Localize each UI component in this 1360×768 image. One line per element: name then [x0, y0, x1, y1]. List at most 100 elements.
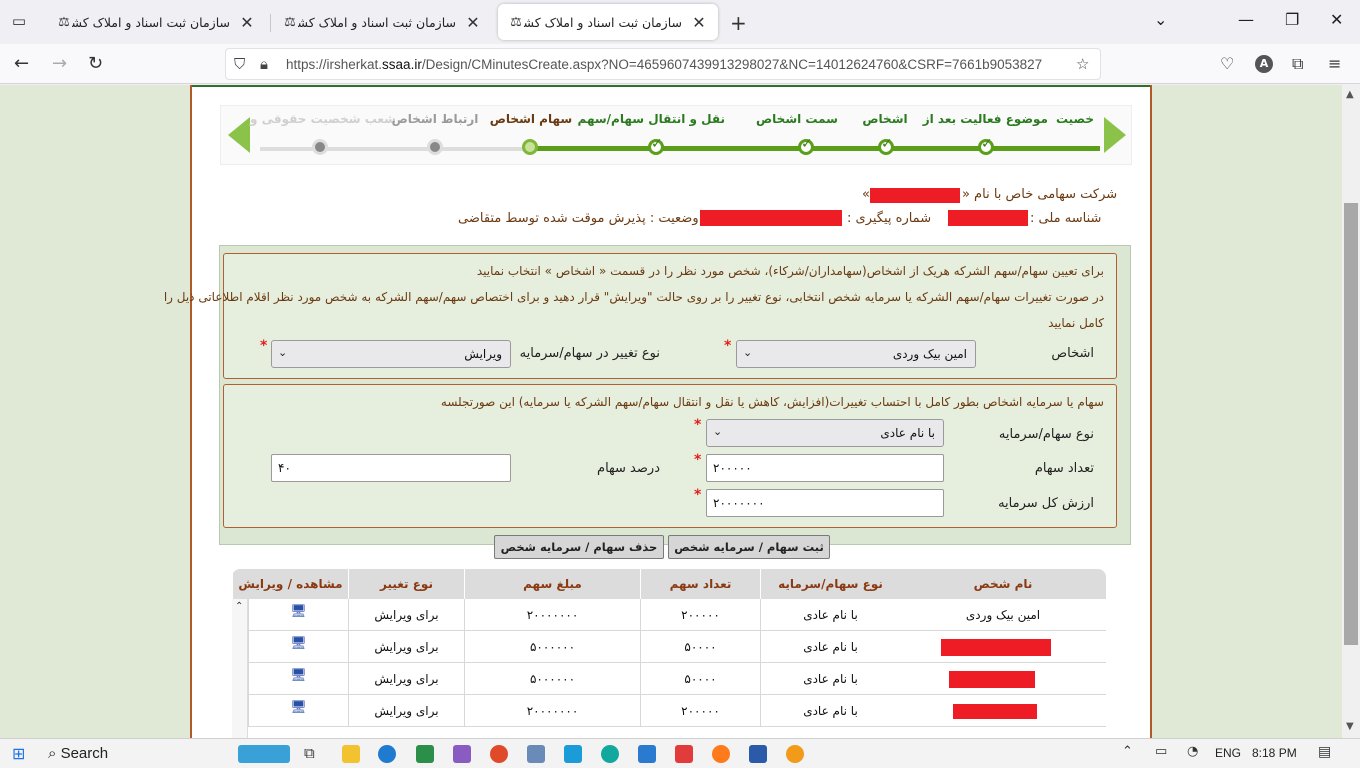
- page-scrollbar[interactable]: ▲ ▼: [1342, 85, 1360, 738]
- clock[interactable]: 8:18 PM: [1252, 746, 1297, 760]
- wizard-step[interactable]: موضوع فعالیت بعد از الحاق: [920, 111, 1048, 139]
- lock-icon[interactable]: 🔒︎: [260, 55, 268, 73]
- app-icon[interactable]: [564, 745, 582, 763]
- computer-edit-icon[interactable]: 🖥︎: [248, 599, 348, 631]
- table-header: نام شخص نوع سهام/سرمایه تعداد سهم مبلغ س…: [232, 569, 1106, 599]
- close-window-icon[interactable]: ✕: [1330, 10, 1343, 29]
- word-icon[interactable]: [749, 745, 767, 763]
- shield-icon[interactable]: ⛉: [234, 55, 245, 73]
- table-scrollbar[interactable]: ⌃: [232, 599, 248, 738]
- share-percent-label: درصد سهام: [597, 461, 660, 476]
- delete-share-button[interactable]: حذف سهام / سرمایه شخص: [494, 535, 664, 559]
- app-icon[interactable]: [416, 745, 434, 763]
- required-asterisk: *: [694, 417, 702, 433]
- app-icon[interactable]: [527, 745, 545, 763]
- scrollbar-thumb[interactable]: [1344, 203, 1358, 645]
- chevron-up-icon[interactable]: ⌃: [1122, 744, 1133, 759]
- app-icon[interactable]: [453, 745, 471, 763]
- computer-edit-icon[interactable]: 🖥︎: [248, 663, 348, 695]
- browser-tab[interactable]: ✕ سازمان ثبت اسناد و املاک کشور ⚖: [46, 4, 266, 40]
- table-row[interactable]: با نام عادی ۲۰۰۰۰۰ ۲۰۰۰۰۰۰۰ برای ویرایش …: [248, 695, 1106, 727]
- wizard-step-label: موضوع فعالیت بعد از الحاق: [920, 112, 1048, 126]
- wizard-next-arrow-icon[interactable]: [1104, 117, 1126, 153]
- tab-separator: [270, 14, 271, 32]
- star-icon[interactable]: ☆: [1076, 55, 1089, 73]
- account-avatar[interactable]: A: [1255, 55, 1273, 73]
- check-icon: [978, 136, 994, 155]
- wizard-step[interactable]: اشخاص: [840, 111, 930, 139]
- wizard-step[interactable]: نقل و انتقال سهام/سهم الشرکه: [575, 111, 725, 139]
- wizard-progress-done: [532, 146, 1100, 151]
- wizard-step[interactable]: خصیت: [1052, 111, 1098, 139]
- share-type-select[interactable]: با نام عادی ⌄: [706, 419, 944, 447]
- wifi-icon[interactable]: ◔: [1187, 744, 1198, 759]
- url-bar[interactable]: ⛉ 🔒︎ https://irsherkat.ssaa.ir/Design/CM…: [225, 48, 1101, 80]
- news-widget-icon[interactable]: [238, 745, 290, 763]
- back-arrow-icon[interactable]: ←: [14, 53, 29, 74]
- firefox-icon[interactable]: [712, 745, 730, 763]
- share-percent-input[interactable]: ۴۰: [271, 454, 511, 482]
- plus-icon[interactable]: +: [730, 11, 747, 35]
- person-name-cell: امین بیک وردی: [965, 608, 1041, 622]
- app-icon[interactable]: [638, 745, 656, 763]
- computer-edit-icon[interactable]: 🖥︎: [248, 695, 348, 727]
- edge-icon[interactable]: [601, 745, 619, 763]
- person-select-value: امین بیک وردی: [892, 347, 967, 361]
- total-capital-input[interactable]: ۲۰۰۰۰۰۰۰: [706, 489, 944, 517]
- url-domain: ssaa.ir: [382, 57, 422, 72]
- required-asterisk: *: [260, 338, 268, 354]
- table-row[interactable]: با نام عادی ۵۰۰۰۰ ۵۰۰۰۰۰۰ برای ویرایش 🖥︎: [248, 663, 1106, 695]
- column-header: مشاهده / ویرایش: [232, 569, 348, 599]
- computer-edit-icon[interactable]: 🖥︎: [248, 631, 348, 663]
- wizard-step-label: نقل و انتقال سهام/سهم الشرکه: [575, 112, 725, 126]
- taskbar-search[interactable]: ⌕ Search: [48, 745, 108, 762]
- restore-icon[interactable]: ❐: [1285, 10, 1299, 29]
- notification-icon[interactable]: ▤: [1318, 744, 1331, 760]
- scroll-up-icon[interactable]: ▲: [1346, 89, 1354, 100]
- battery-icon[interactable]: ▭: [1155, 744, 1167, 759]
- browser-tab-active[interactable]: ✕ سازمان ثبت اسناد و املاک کشور ⚖: [498, 4, 718, 40]
- share-count-input[interactable]: ۲۰۰۰۰۰: [706, 454, 944, 482]
- table-row[interactable]: امین بیک وردی با نام عادی ۲۰۰۰۰۰ ۲۰۰۰۰۰۰…: [248, 599, 1106, 631]
- hamburger-icon[interactable]: ≡: [1328, 54, 1341, 73]
- pocket-icon[interactable]: ♡: [1220, 54, 1234, 73]
- tab-list-icon[interactable]: ▭: [8, 12, 30, 32]
- check-icon: [648, 136, 664, 155]
- wizard-prev-arrow-icon[interactable]: [228, 117, 250, 153]
- total-capital-label: ارزش کل سرمایه: [998, 496, 1094, 511]
- url-text[interactable]: https://irsherkat.ssaa.ir/Design/CMinute…: [286, 57, 1076, 72]
- chrome-icon[interactable]: [490, 745, 508, 763]
- share-count-cell: ۵۰۰۰۰: [640, 631, 760, 663]
- close-icon[interactable]: ✕: [238, 13, 256, 32]
- share-count-cell: ۵۰۰۰۰: [640, 663, 760, 695]
- register-share-button[interactable]: ثبت سهام / سرمایه شخص: [668, 535, 830, 559]
- person-select[interactable]: امین بیک وردی ⌄: [736, 340, 976, 368]
- forward-arrow-icon[interactable]: →: [52, 53, 67, 74]
- chevron-down-icon[interactable]: ⌄: [1154, 10, 1167, 29]
- scroll-down-icon[interactable]: ▼: [1346, 721, 1354, 732]
- column-header: تعداد سهم: [640, 569, 760, 599]
- change-type-select[interactable]: ویرایش ⌄: [271, 340, 511, 368]
- minimize-icon[interactable]: —: [1238, 10, 1254, 29]
- column-header: نوع سهام/سرمایه: [760, 569, 900, 599]
- reload-icon[interactable]: ↻: [88, 53, 103, 74]
- wizard-step-label: خصیت: [1055, 112, 1095, 126]
- language-indicator[interactable]: ENG: [1215, 746, 1241, 760]
- close-icon[interactable]: ✕: [464, 13, 482, 32]
- url-prefix: https://irsherkat.: [286, 57, 383, 72]
- browser-tab[interactable]: ✕ سازمان ثبت اسناد و املاک کشور ⚖: [272, 4, 492, 40]
- person-selection-box: برای تعیین سهام/سهم الشرکه هریک از اشخاص…: [164, 253, 1117, 379]
- close-icon[interactable]: ✕: [690, 13, 708, 32]
- puzzle-icon[interactable]: ⧉: [1292, 54, 1303, 74]
- instruction-text: برای تعیین سهام/سهم الشرکه هریک از اشخاص…: [476, 264, 1104, 278]
- table-row[interactable]: با نام عادی ۵۰۰۰۰ ۵۰۰۰۰۰۰ برای ویرایش 🖥︎: [248, 631, 1106, 663]
- anydesk-icon[interactable]: [675, 745, 693, 763]
- windows-start-icon[interactable]: ⊞: [12, 744, 25, 763]
- chevron-up-icon[interactable]: ⌃: [235, 601, 243, 612]
- edge-legacy-icon[interactable]: [378, 745, 396, 763]
- column-header: نام شخص: [973, 577, 1033, 591]
- app-icon[interactable]: [786, 745, 804, 763]
- task-view-icon[interactable]: ⧉: [304, 744, 315, 762]
- search-icon: ⌕: [48, 745, 57, 762]
- file-explorer-icon[interactable]: [342, 745, 360, 763]
